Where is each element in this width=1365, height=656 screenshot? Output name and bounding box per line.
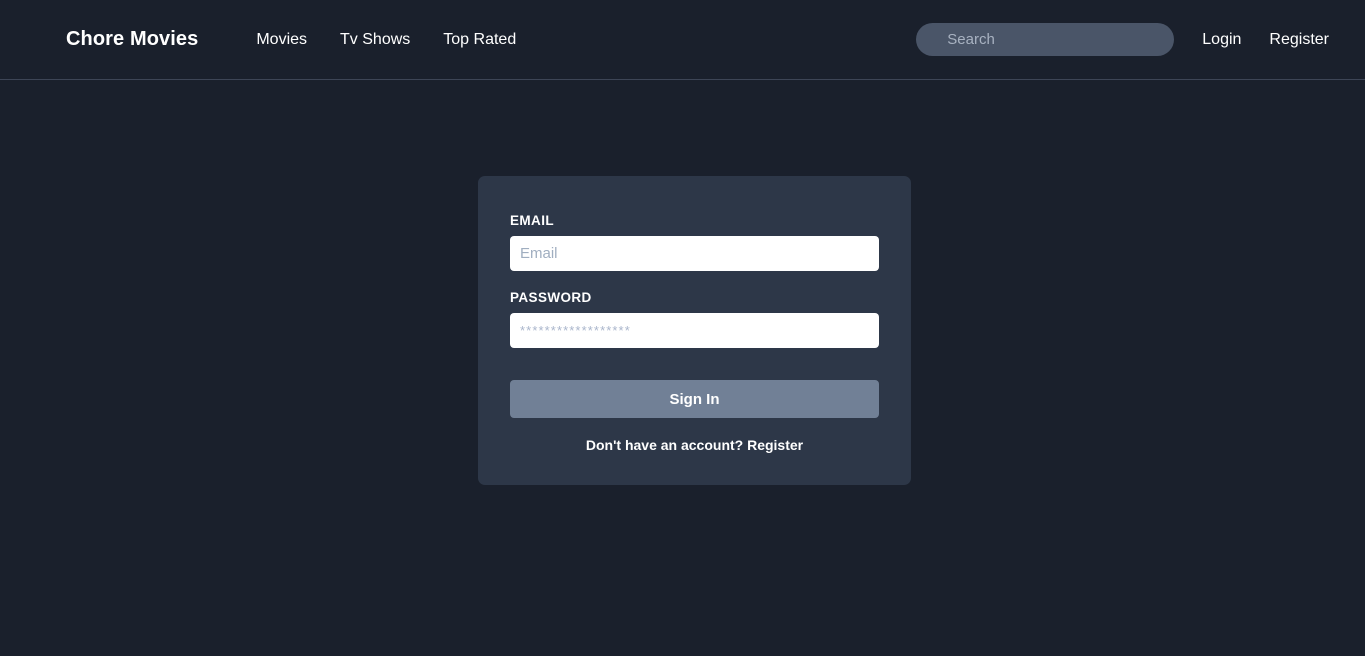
- nav-link-tv-shows[interactable]: Tv Shows: [340, 31, 410, 49]
- navbar-right-group: Login Register: [916, 23, 1329, 56]
- search-input[interactable]: [916, 23, 1175, 56]
- email-input[interactable]: [510, 236, 879, 271]
- main-content-area: EMAIL PASSWORD Sign In Don't have an acc…: [0, 80, 1365, 655]
- password-input[interactable]: [510, 313, 879, 348]
- login-card: EMAIL PASSWORD Sign In Don't have an acc…: [478, 176, 911, 485]
- email-label: EMAIL: [510, 213, 554, 228]
- nav-link-login[interactable]: Login: [1202, 31, 1241, 49]
- nav-link-register[interactable]: Register: [1269, 31, 1329, 49]
- nav-link-movies[interactable]: Movies: [256, 31, 307, 49]
- sign-in-button[interactable]: Sign In: [510, 380, 879, 418]
- register-link[interactable]: Don't have an account? Register: [510, 437, 879, 453]
- primary-nav: Movies Tv Shows Top Rated: [256, 31, 516, 49]
- password-field-group: PASSWORD: [510, 290, 879, 348]
- brand-logo[interactable]: Chore Movies: [66, 28, 198, 51]
- email-field-group: EMAIL: [510, 213, 879, 271]
- password-label: PASSWORD: [510, 290, 592, 305]
- nav-link-top-rated[interactable]: Top Rated: [443, 31, 516, 49]
- top-navbar: Chore Movies Movies Tv Shows Top Rated L…: [0, 0, 1365, 80]
